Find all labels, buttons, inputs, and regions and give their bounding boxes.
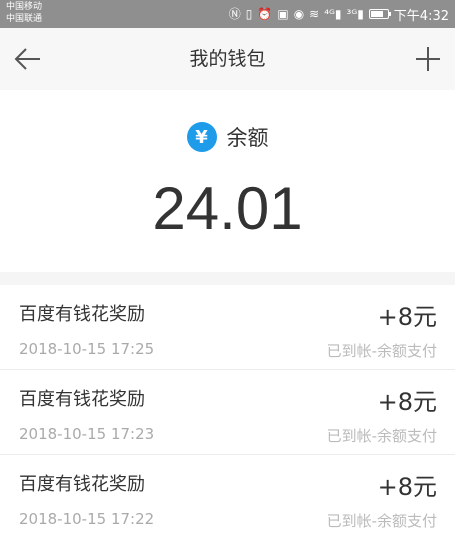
balance-header: ¥ 余额 [0,122,455,152]
vibrate-icon: ▯ [245,7,253,21]
carrier-info: 中国移动 中国联通 [6,1,42,25]
yen-icon: ¥ [186,122,217,152]
signal-4g-icon: ⁴ᴳ▮ [324,7,342,21]
transaction-row[interactable]: 百度有钱花奖励 2018-10-15 17:23 +8元 已到帐-余额支付 [0,370,455,455]
transaction-date: 2018-10-15 17:23 [19,425,155,443]
transaction-title: 百度有钱花奖励 [19,304,145,325]
balance-amount: 24.01 [152,175,303,242]
status-icons: Ⓝ ▯ ⏰ ▣ ◉ ≋ ⁴ᴳ▮ ³ᴳ▮ 下午4:32 [229,0,449,28]
battery-fill [370,11,383,17]
network-label-1: ⁴ᴳ [324,7,335,21]
page-title: 我的钱包 [189,48,266,70]
transaction-amount: +8元 [377,388,437,416]
transaction-row[interactable]: 百度有钱花奖励 2018-10-15 17:22 +8元 已到帐-余额支付 [0,455,455,539]
transaction-row[interactable]: 百度有钱花奖励 2018-10-15 17:25 +8元 已到帐-余额支付 [0,285,455,370]
network-label-2: ³ᴳ [346,7,358,21]
battery-icon [368,9,391,19]
transaction-status: 已到帐-余额支付 [326,342,437,360]
eye-icon: ◉ [293,7,305,21]
transaction-date: 2018-10-15 17:22 [19,510,155,528]
transaction-amount: +8元 [377,303,437,331]
status-bar: 中国移动 中国联通 Ⓝ ▯ ⏰ ▣ ◉ ≋ ⁴ᴳ▮ ³ᴳ▮ 下午4:32 [0,0,455,28]
status-time: 下午4:32 [393,8,449,24]
transaction-list: 百度有钱花奖励 2018-10-15 17:25 +8元 已到帐-余额支付 百度… [0,285,455,539]
carrier-2: 中国联通 [6,14,43,24]
transaction-date: 2018-10-15 17:25 [19,340,155,358]
hd-icon: ▣ [277,7,289,21]
transaction-title: 百度有钱花奖励 [19,474,145,495]
carrier-1: 中国移动 [6,2,43,12]
transaction-status: 已到帐-余额支付 [326,427,437,445]
add-button[interactable] [415,46,441,72]
nfc-icon: Ⓝ [228,7,241,21]
nav-bar: 我的钱包 [0,28,455,90]
alarm-icon: ⏰ [257,7,273,21]
transaction-amount: +8元 [377,473,437,501]
balance-card: ¥ 余额 24.01 [0,90,455,272]
transaction-title: 百度有钱花奖励 [19,389,145,410]
wifi-icon: ≋ [309,7,320,21]
signal-3g-icon: ³ᴳ▮ [346,7,364,21]
plus-icon [416,47,440,71]
transaction-status: 已到帐-余额支付 [326,512,437,530]
balance-label: 余额 [226,126,269,150]
